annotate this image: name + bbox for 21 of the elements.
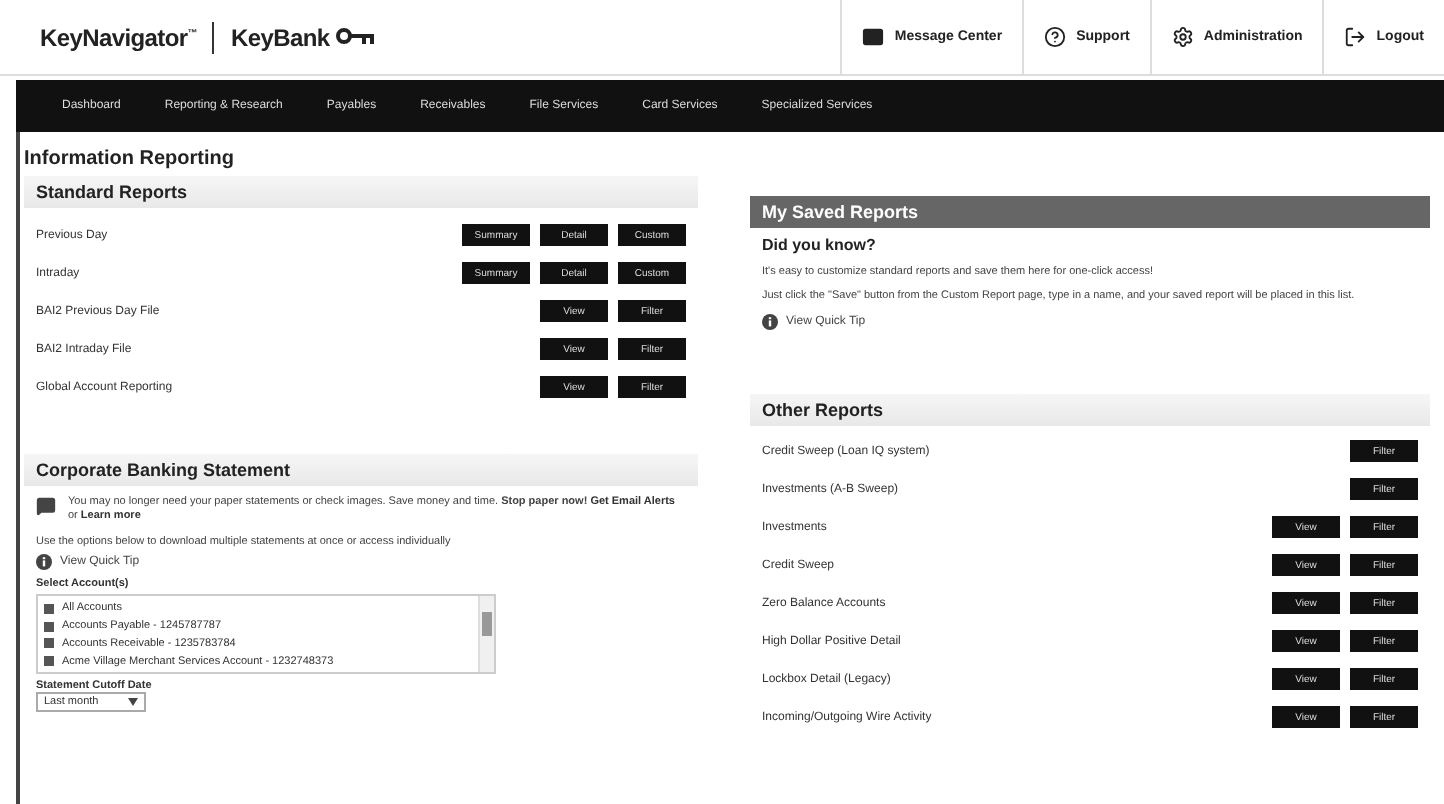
section-header: Other Reports xyxy=(750,394,1430,427)
section-header: My Saved Reports xyxy=(750,196,1430,228)
checkbox[interactable] xyxy=(44,656,54,667)
bank-logo: KeyBank xyxy=(230,23,330,51)
section-header: Corporate Banking Statement xyxy=(24,454,698,486)
checkbox[interactable] xyxy=(44,603,54,614)
product-logo: KeyNavigator$^{™}$ xyxy=(40,23,197,51)
info-icon xyxy=(762,314,778,331)
chat-icon xyxy=(36,496,56,516)
section-header: Standard Reports xyxy=(24,176,698,208)
page-title: Information Reporting xyxy=(24,148,236,170)
scrollbar-thumb[interactable] xyxy=(482,612,492,637)
logout-icon xyxy=(1344,26,1367,48)
checkbox[interactable] xyxy=(44,621,54,632)
info-icon xyxy=(36,554,52,571)
checkbox[interactable] xyxy=(44,638,54,649)
caret-icon xyxy=(128,698,138,707)
section-heading: Did you know? xyxy=(762,236,878,254)
key-icon xyxy=(335,28,376,46)
help-icon xyxy=(1044,26,1067,48)
settings-icon xyxy=(1171,26,1194,48)
